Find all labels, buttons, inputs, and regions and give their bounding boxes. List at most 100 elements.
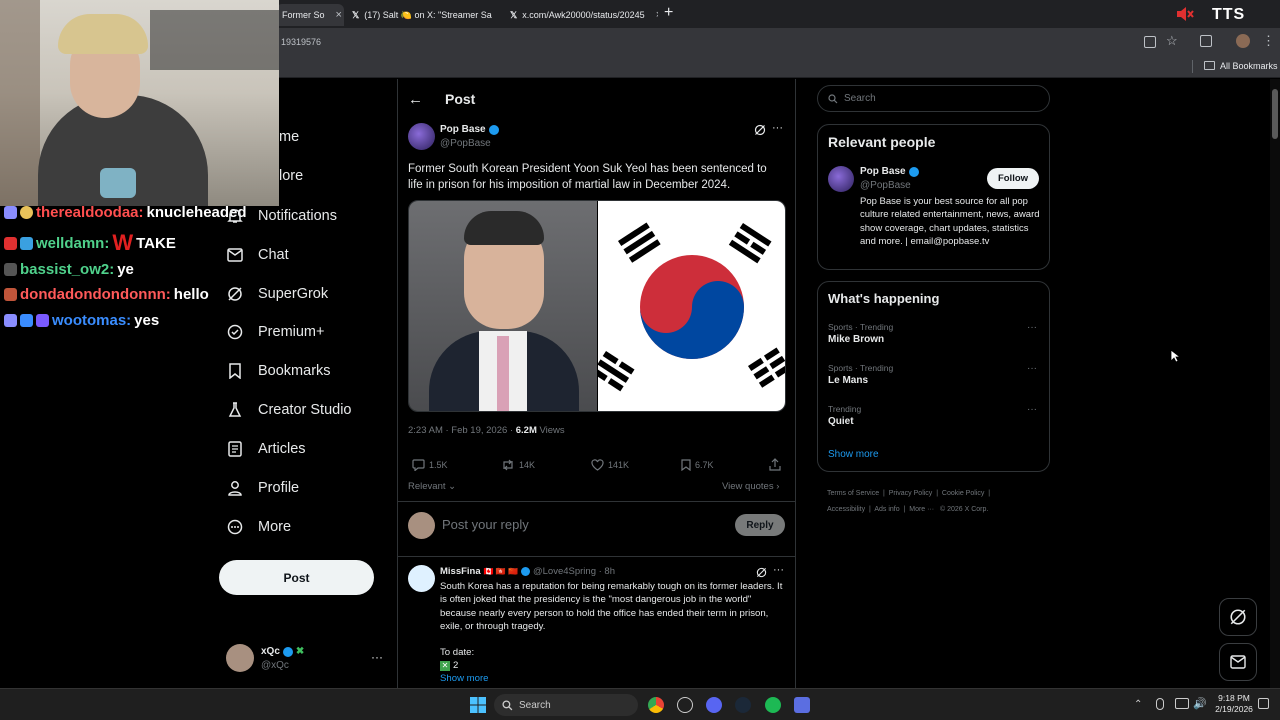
badge-icon: [4, 314, 17, 327]
sort-dropdown[interactable]: Relevant ⌄: [408, 481, 456, 492]
badge-icon: [20, 206, 33, 219]
nav-item-creator-studio[interactable]: Creator Studio: [226, 396, 352, 424]
volume-icon[interactable]: 🔊: [1193, 697, 1207, 710]
messages-float-button[interactable]: [1219, 643, 1257, 681]
person-avatar[interactable]: [828, 166, 854, 192]
trend-item[interactable]: Sports · Trending Mike Brown: [828, 322, 893, 345]
author-name-row[interactable]: Pop Base: [440, 124, 499, 135]
steam-icon[interactable]: [735, 697, 751, 713]
reply-button[interactable]: Reply: [735, 514, 785, 536]
person-name-row[interactable]: Pop Base: [860, 166, 919, 177]
post-button[interactable]: Post: [219, 560, 374, 595]
more-options-icon[interactable]: ···: [1027, 404, 1037, 415]
account-avatar[interactable]: [226, 644, 254, 672]
scrollbar-thumb[interactable]: [1272, 89, 1278, 139]
more-options-icon[interactable]: ···: [1027, 363, 1037, 374]
footer-terms[interactable]: Terms of Service: [827, 490, 879, 497]
chevron-up-icon[interactable]: ⌃: [1134, 699, 1142, 710]
trend-name: Mike Brown: [828, 334, 885, 345]
reply-avatar[interactable]: [408, 565, 435, 592]
star-icon[interactable]: ☆: [1166, 33, 1178, 49]
show-more-link[interactable]: Show more: [828, 449, 879, 460]
footer-more[interactable]: More ···: [909, 506, 934, 513]
show-more-link[interactable]: Show more: [440, 673, 489, 684]
tab-salt[interactable]: 𝕏 (17) Salt 🍋 on X: "Streamer Sa ×: [346, 4, 498, 26]
app-icon[interactable]: [794, 697, 810, 713]
reply-action[interactable]: 1.5K: [412, 459, 448, 471]
footer-accessibility[interactable]: Accessibility: [827, 506, 865, 513]
tab-awk[interactable]: 𝕏 x.com/Awk20000/status/20245 ×: [504, 4, 658, 26]
footer-cookie[interactable]: Cookie Policy: [942, 490, 984, 497]
like-action[interactable]: 141K: [591, 459, 629, 471]
notification-icon[interactable]: [1258, 698, 1269, 709]
url-text[interactable]: 19319576: [281, 37, 321, 47]
account-name-row[interactable]: xQc ✖: [261, 646, 304, 657]
reply-author-name[interactable]: MissFina: [440, 566, 481, 577]
windows-start-icon[interactable]: [470, 697, 486, 713]
nav-item-premium[interactable]: Premium+: [226, 318, 324, 346]
nav-item-profile[interactable]: Profile: [226, 474, 299, 502]
scrollbar[interactable]: [1270, 79, 1280, 688]
footer-privacy[interactable]: Privacy Policy: [889, 490, 933, 497]
share-action[interactable]: [769, 458, 781, 471]
nav-item-explore-partial[interactable]: lore: [279, 168, 303, 184]
nav-label: More: [258, 519, 292, 535]
bookmark-action[interactable]: 6.7K: [681, 459, 714, 471]
account-menu-icon[interactable]: ···: [371, 650, 383, 664]
search-box[interactable]: Search: [817, 85, 1050, 112]
profile-avatar-icon[interactable]: [1236, 34, 1250, 48]
tab-former-so[interactable]: Former So ×: [276, 4, 344, 26]
more-options-icon[interactable]: ···: [772, 122, 783, 134]
close-icon[interactable]: ×: [336, 9, 342, 21]
chrome-icon[interactable]: [648, 697, 664, 713]
nav-item-supergrok[interactable]: SuperGrok: [226, 280, 328, 308]
folder-icon: [1204, 61, 1215, 70]
close-icon[interactable]: ×: [656, 9, 658, 21]
footer-links: Terms of Service | Privacy Policy | Cook…: [827, 490, 991, 513]
reply-count-value: 2: [453, 660, 459, 671]
microphone-icon[interactable]: [1156, 698, 1164, 710]
post-media[interactable]: [408, 200, 786, 412]
back-arrow-icon[interactable]: ←: [408, 91, 423, 108]
more-options-icon[interactable]: ···: [1027, 322, 1037, 333]
chevron-down-icon: ⌄: [448, 481, 457, 492]
chat-username: dondadondondonnn:: [20, 286, 171, 303]
badge-icon: [4, 206, 17, 219]
network-icon[interactable]: [1175, 698, 1189, 709]
nav-item-notifications[interactable]: Notifications: [226, 202, 337, 230]
card-title: What's happening: [828, 291, 940, 306]
cursor-icon: [1170, 349, 1180, 363]
extensions-icon[interactable]: [1200, 35, 1212, 47]
search-input[interactable]: Search: [844, 93, 876, 104]
verified-icon: [520, 567, 530, 576]
trend-item[interactable]: Trending Quiet: [828, 404, 861, 427]
nav-item-chat[interactable]: Chat: [226, 241, 289, 269]
grok-float-button[interactable]: [1219, 598, 1257, 636]
nav-item-home-partial[interactable]: me: [279, 129, 299, 145]
taskbar-search[interactable]: Search: [494, 694, 638, 716]
more-options-icon[interactable]: ···: [773, 564, 784, 576]
footer-ads[interactable]: Ads info: [874, 506, 899, 513]
menu-dots-icon[interactable]: ⋮: [1262, 33, 1275, 49]
discord-icon[interactable]: [706, 697, 722, 713]
reply-input[interactable]: Post your reply: [442, 517, 529, 532]
view-quotes-link[interactable]: View quotes ›: [722, 481, 779, 492]
cast-icon[interactable]: [1144, 36, 1156, 48]
app-icon[interactable]: [677, 697, 693, 713]
new-tab-button[interactable]: +: [664, 4, 673, 22]
nav-item-more[interactable]: More: [226, 513, 291, 541]
reply-icon: [412, 459, 425, 471]
grok-icon[interactable]: [754, 124, 766, 136]
repost-action[interactable]: 14K: [501, 459, 535, 471]
nav-item-articles[interactable]: Articles: [226, 435, 306, 463]
spotify-icon[interactable]: [765, 697, 781, 713]
follow-button[interactable]: Follow: [987, 168, 1039, 189]
author-avatar[interactable]: [408, 123, 435, 150]
chat-message: wootomas: yes: [4, 312, 159, 329]
nav-item-bookmarks[interactable]: Bookmarks: [226, 357, 331, 385]
all-bookmarks[interactable]: All Bookmarks: [1220, 61, 1278, 71]
taskbar-clock[interactable]: 9:18 PM 2/19/2026: [1212, 693, 1256, 715]
share-icon: [769, 458, 781, 471]
grok-icon[interactable]: [756, 567, 767, 578]
trend-item[interactable]: Sports · Trending Le Mans: [828, 363, 893, 386]
